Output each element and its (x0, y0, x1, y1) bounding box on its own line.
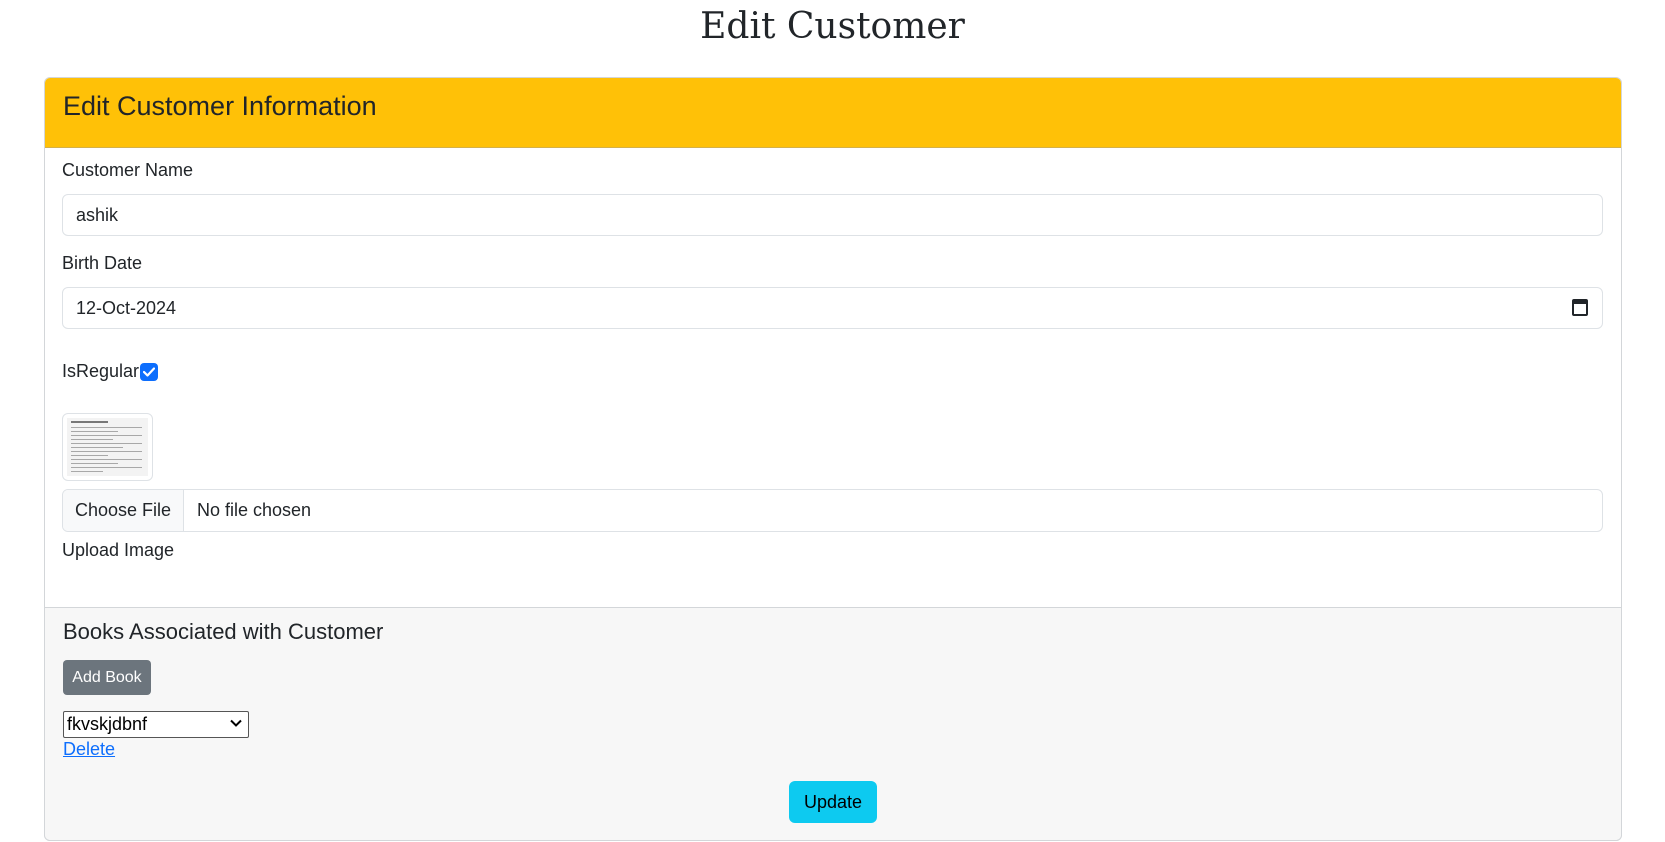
chevron-down-icon (230, 719, 242, 727)
card-header-title: Edit Customer Information (63, 91, 377, 121)
file-status-text: No file chosen (197, 500, 312, 520)
choose-file-button[interactable]: Choose File (63, 490, 184, 531)
add-book-button[interactable]: Add Book (63, 660, 151, 695)
birth-date-value: 12-Oct-2024 (76, 298, 177, 318)
calendar-icon[interactable] (1572, 299, 1588, 316)
is-regular-checkbox[interactable] (140, 363, 158, 381)
image-file-input[interactable]: Choose File No file chosen (62, 489, 1603, 532)
card-header: Edit Customer Information (45, 78, 1621, 148)
is-regular-label: IsRegular (62, 361, 140, 381)
page-title: Edit Customer (700, 6, 965, 47)
update-button[interactable]: Update (789, 781, 877, 823)
customer-name-input[interactable]: ashik (62, 194, 1603, 236)
delete-book-link[interactable]: Delete (63, 739, 115, 760)
upload-image-label: Upload Image (62, 540, 175, 560)
books-section: Books Associated with Customer Add Book … (45, 607, 1621, 840)
books-section-title: Books Associated with Customer (63, 619, 384, 644)
book-select-value: fkvskjdbnf (67, 714, 148, 734)
customer-image-thumbnail (62, 413, 153, 481)
book-select[interactable]: fkvskjdbnf (63, 711, 249, 738)
birth-date-label: Birth Date (62, 253, 143, 273)
birth-date-input[interactable]: 12-Oct-2024 (62, 287, 1603, 329)
card-footer-frame: Books Associated with Customer Add Book … (44, 607, 1622, 841)
thumbnail-preview (67, 418, 148, 476)
check-icon (143, 367, 155, 377)
customer-name-label: Customer Name (62, 160, 194, 180)
